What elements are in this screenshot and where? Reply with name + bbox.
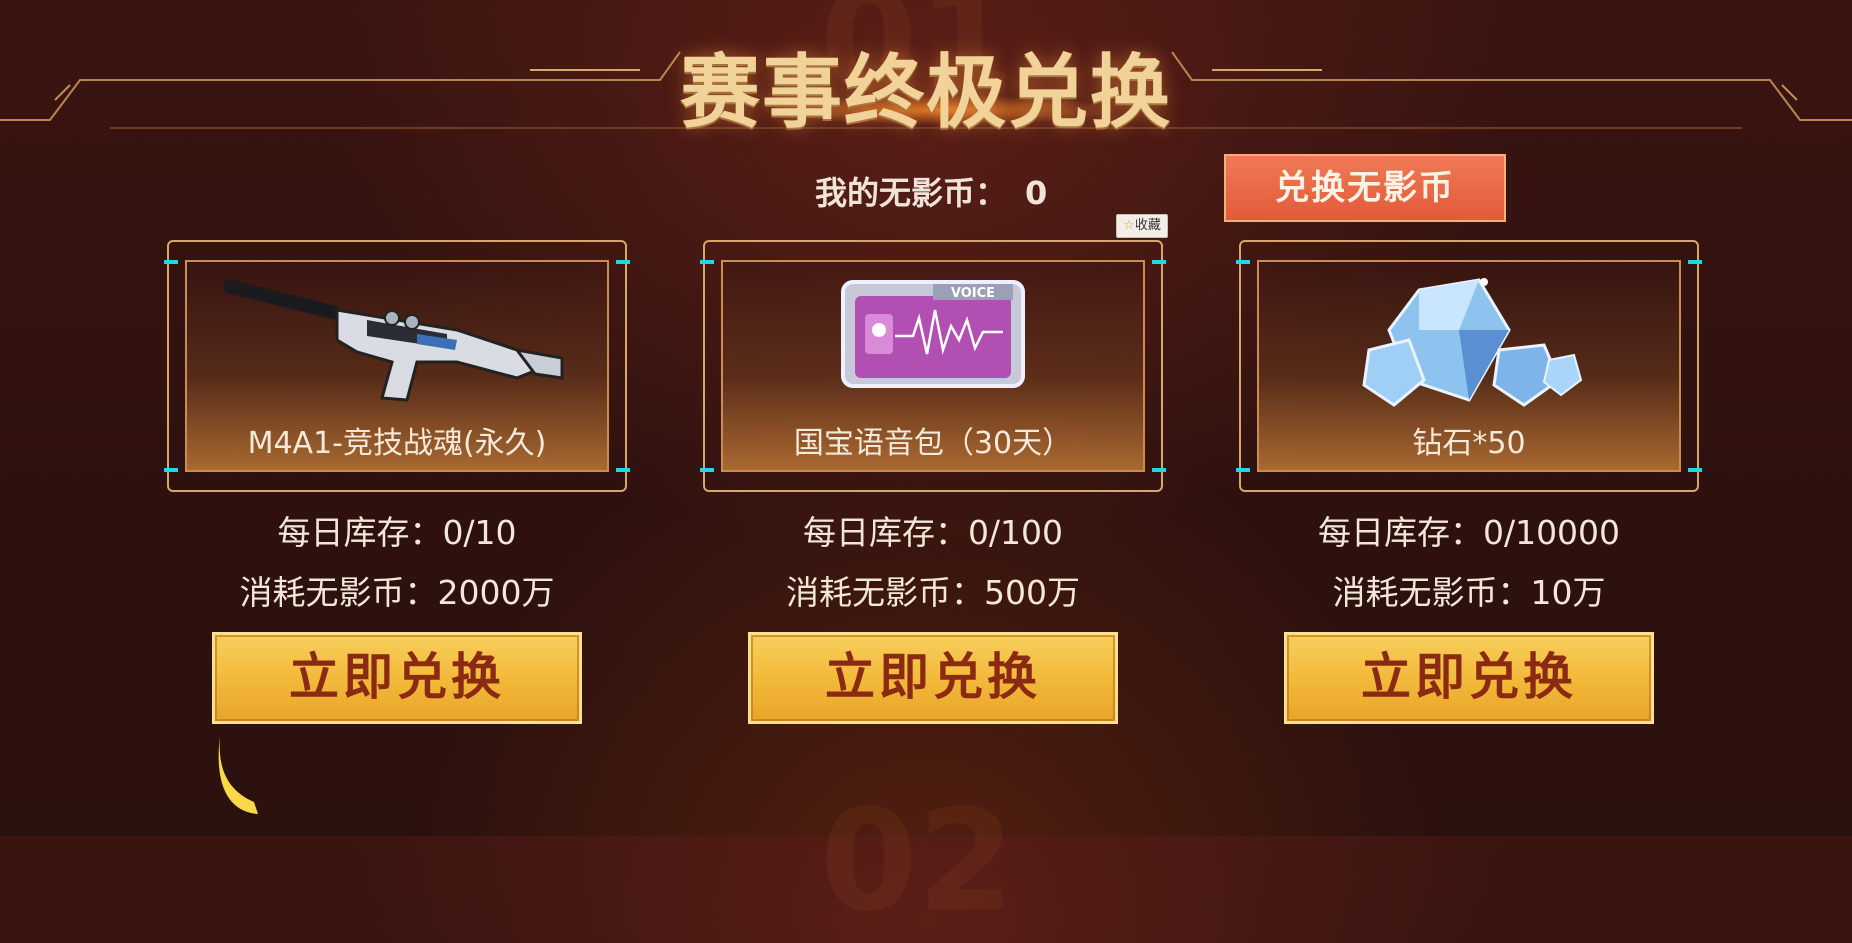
stock-label: 每日库存：: [802, 513, 968, 552]
exchange-coins-button[interactable]: 兑换无影币: [1224, 154, 1506, 222]
coin-cost: 消耗无影币：2000万: [167, 566, 627, 614]
cursor-icon: [218, 736, 258, 814]
corner-accent: [616, 260, 630, 264]
product-card-diamond[interactable]: 钻石*50: [1236, 240, 1702, 492]
product-name: 钻石*50: [1412, 426, 1526, 461]
corner-accent: [700, 468, 714, 472]
corner-accent: [616, 468, 630, 472]
favorite-tag[interactable]: ☆收藏: [1116, 214, 1168, 238]
corner-accent: [1152, 260, 1166, 264]
star-icon: ☆: [1123, 218, 1135, 233]
product-card-rifle[interactable]: M4A1-竞技战魂(永久): [164, 240, 630, 492]
voice-label: VOICE: [951, 286, 995, 301]
corner-accent: [1236, 260, 1250, 264]
corner-accent: [1152, 468, 1166, 472]
diamond-icon: [1362, 278, 1583, 407]
corner-accent: [164, 260, 178, 264]
voice-pack-icon: VOICE: [841, 280, 1025, 388]
daily-stock: 每日库存：0/10: [167, 506, 627, 554]
redeem-button-diamond[interactable]: 立即兑换: [1284, 632, 1654, 724]
my-coins: 我的无影币： 0: [815, 168, 1047, 214]
cost-value: 10万: [1530, 573, 1606, 612]
cost-label: 消耗无影币：: [1332, 573, 1531, 612]
title-banner: 赛事终极兑换: [0, 0, 1852, 140]
stock-label: 每日库存：: [277, 513, 443, 552]
page-title: 赛事终极兑换: [680, 46, 1172, 139]
coins-value: 0: [1025, 174, 1048, 212]
coins-label: 我的无影币：: [815, 174, 1008, 212]
corner-accent: [1688, 260, 1702, 264]
rifle-icon: [222, 279, 564, 402]
background-number-bottom: 02: [820, 780, 1015, 943]
product-name: M4A1-竞技战魂(永久): [247, 426, 547, 461]
corner-accent: [700, 260, 714, 264]
favorite-label: 收藏: [1134, 218, 1161, 233]
stock-value: 0/10000: [1482, 513, 1621, 552]
daily-stock: 每日库存：0/100: [703, 506, 1163, 554]
cost-label: 消耗无影币：: [786, 573, 984, 612]
redeem-button-voice-pack[interactable]: 立即兑换: [748, 632, 1118, 724]
daily-stock: 每日库存：0/10000: [1239, 506, 1699, 554]
stock-value: 0/100: [967, 513, 1064, 552]
cost-value: 500万: [984, 573, 1080, 612]
corner-accent: [1236, 468, 1250, 472]
stock-value: 0/10: [442, 513, 517, 552]
product-name: 国宝语音包（30天）: [793, 426, 1073, 461]
redeem-button-rifle[interactable]: 立即兑换: [212, 632, 582, 724]
cost-label: 消耗无影币：: [239, 573, 438, 612]
corner-accent: [1688, 468, 1702, 472]
coin-cost: 消耗无影币：10万: [1239, 566, 1699, 614]
product-card-voice-pack[interactable]: VOICE 国宝语音包（30天）: [700, 240, 1166, 492]
stock-label: 每日库存：: [1317, 513, 1483, 552]
corner-accent: [164, 468, 178, 472]
cost-value: 2000万: [437, 573, 555, 612]
coin-cost: 消耗无影币：500万: [703, 566, 1163, 614]
